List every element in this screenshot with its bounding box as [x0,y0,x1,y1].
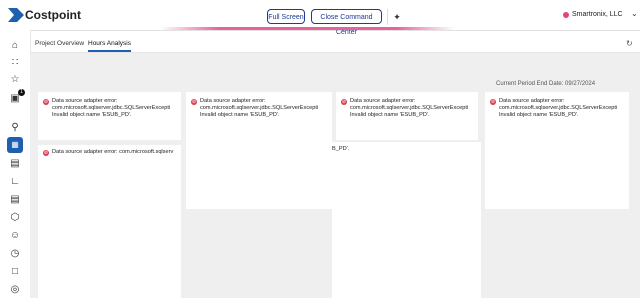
close-command-center-button[interactable]: Close Command Center [311,9,382,36]
error-icon: ⊘ [341,99,347,105]
chevron-down-icon[interactable]: ⌄ [631,9,638,18]
error-icon: ⊘ [490,99,496,105]
tab-hours-analysis[interactable]: Hours Analysis [88,40,131,52]
globe-icon[interactable]: ◎ [9,284,21,296]
company-selector[interactable]: Smartronix, LLC [572,11,623,18]
error-icon: ⊘ [43,99,49,105]
dashboard-content: Current Period End Date: 09/27/2024 ⊘ Da… [30,53,640,298]
costpoint-logo-icon [8,8,24,22]
cube-icon[interactable]: ⬡ [9,212,21,224]
refresh-icon[interactable]: ↻ [626,39,633,48]
error-card-3: ⊘ Data source adapter error: com.microso… [336,92,478,140]
document-icon[interactable]: ▤ [9,158,21,170]
period-end-date: Current Period End Date: 09/27/2024 [496,81,595,87]
period-value: 09/27/2024 [565,81,596,87]
chart-icon[interactable]: ∟ [9,176,21,188]
error-icon: ⊘ [191,99,197,105]
error-card-5: ⊘ Data source adapter error: com.microso… [38,145,181,298]
search-icon[interactable]: ⚲ [9,122,21,134]
notification-badge: 1 [18,89,25,96]
error-message: Data source adapter error: com.microsoft… [499,98,618,118]
dashboard-icon[interactable]: ▦ [7,137,23,153]
grid-icon[interactable]: ∷ [9,57,21,69]
top-bar: Costpoint Full Screen Close Command Cent… [0,0,640,36]
error-message: Data source adapter error: com.microsoft… [200,98,319,118]
home-icon[interactable]: ⌂ [9,40,21,52]
error-card-1: ⊘ Data source adapter error: com.microso… [38,92,181,140]
error-card-2: ⊘ Data source adapter error: com.microso… [186,92,332,209]
people-icon[interactable]: ☺ [9,230,21,242]
error-icon: ⊘ [43,150,49,156]
list-icon[interactable]: ▤ [9,194,21,206]
error-message: Data source adapter error: com.microsoft… [350,98,469,118]
company-status-dot [563,12,569,18]
pin-icon[interactable]: ✦ [387,9,406,25]
main-panel: Project Overview Hours Analysis ↻ Curren… [30,30,640,298]
error-message: Data source adapter error: com.microsoft… [52,98,171,118]
sidebar: ⌂ ∷ ☆ ▣ 1 ⚲ ▦ ▤ ∟ ▤ ⬡ ☺ ◷ □ ◎ [0,30,31,298]
full-screen-button[interactable]: Full Screen [267,9,305,24]
star-icon[interactable]: ☆ [9,74,21,86]
error-message: B_PD'. [332,146,350,152]
period-label: Current Period End Date: [496,81,564,87]
tab-project-overview[interactable]: Project Overview [35,40,84,47]
error-card-6: B_PD'. [332,142,481,298]
clock-icon[interactable]: ◷ [9,248,21,260]
error-message: Data source adapter error: com.microsoft… [52,149,174,155]
error-card-4: ⊘ Data source adapter error: com.microso… [485,92,629,209]
file-icon[interactable]: □ [9,266,21,278]
app-title: Costpoint [25,8,81,22]
